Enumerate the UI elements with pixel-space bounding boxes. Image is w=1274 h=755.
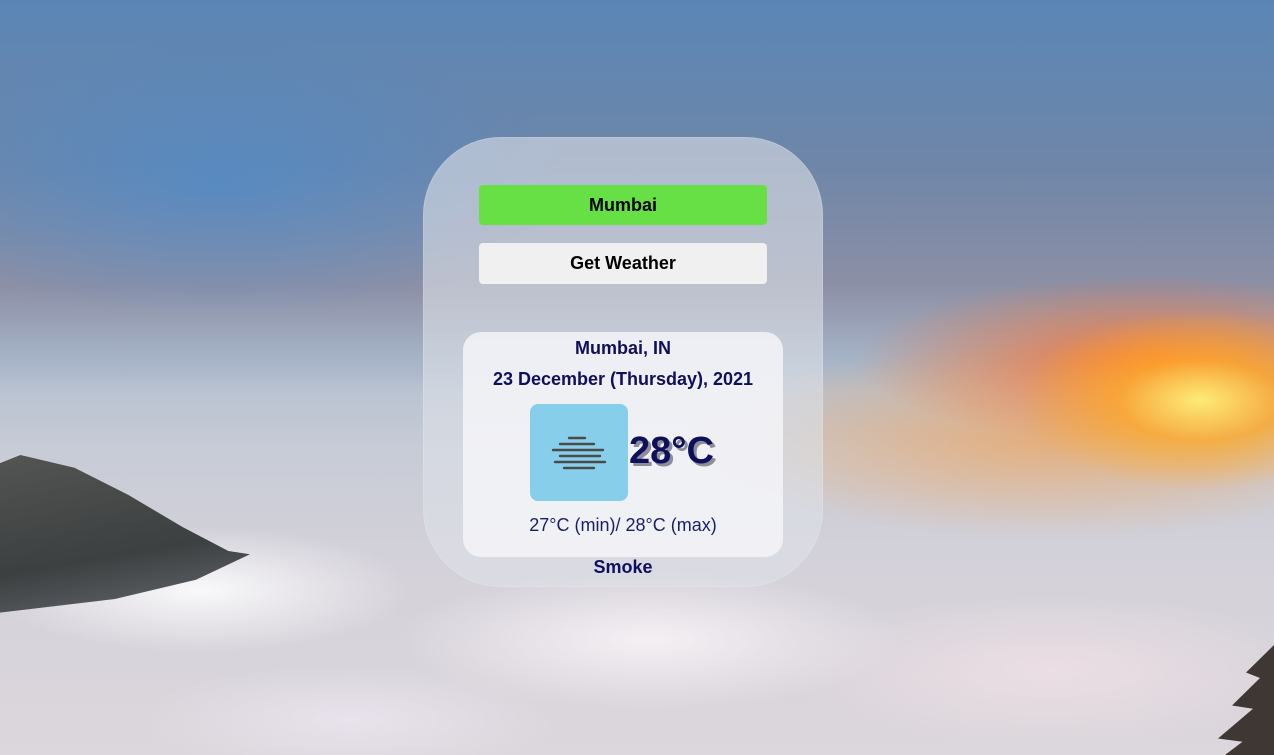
current-temperature: 28°C: [629, 430, 714, 472]
weather-card: Get Weather Mumbai, IN 23 December (Thur…: [423, 137, 823, 587]
weather-result-panel: Mumbai, IN 23 December (Thursday), 2021 …: [463, 332, 783, 557]
min-max-temperature: 27°C (min)/ 28°C (max): [529, 515, 717, 535]
location-label: Mumbai, IN: [574, 338, 671, 358]
haze-lines-icon: [530, 404, 628, 501]
city-input[interactable]: [479, 185, 767, 225]
get-weather-button[interactable]: Get Weather: [479, 243, 767, 284]
date-label: 23 December (Thursday), 2021: [492, 369, 754, 389]
weather-condition: Smoke: [593, 557, 653, 577]
